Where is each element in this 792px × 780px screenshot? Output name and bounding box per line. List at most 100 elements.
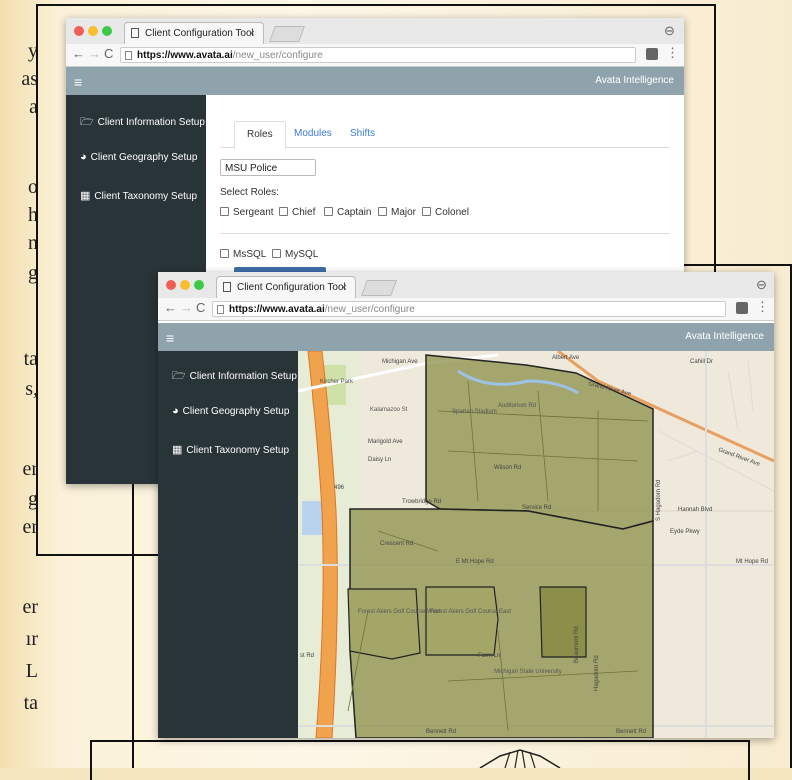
app-header: ≡ Avata Intelligence	[66, 67, 684, 95]
role-checkbox-captain[interactable]: Captain	[324, 207, 371, 218]
map-label: Auditorium Rd	[498, 403, 536, 409]
sidebar-item-client-taxonomy[interactable]: ▦ Client Taxonomy Setup	[172, 443, 289, 456]
checkbox-icon	[324, 207, 333, 216]
close-window-button[interactable]	[166, 280, 176, 290]
role-checkbox-sergeant[interactable]: Sergeant	[220, 207, 274, 218]
sidebar-item-client-taxonomy[interactable]: ▦ Client Taxonomy Setup	[80, 189, 197, 202]
tab-title: Client Configuration Tool	[237, 282, 346, 293]
checkbox-label: Sergeant	[233, 207, 274, 218]
address-toolbar: ← → C https://www.avata.ai/new_user/conf…	[158, 298, 774, 321]
maximize-window-button[interactable]	[102, 26, 112, 36]
close-window-button[interactable]	[74, 26, 84, 36]
map-label: Michigan Ave	[382, 359, 418, 365]
map-label: Trowbridge Rd	[402, 499, 441, 505]
config-tabs: Roles Modules Shifts	[220, 121, 670, 149]
tab-roles[interactable]: Roles	[234, 121, 286, 149]
tab-shifts[interactable]: Shifts	[338, 121, 387, 147]
role-checkbox-chief[interactable]: Chief	[279, 207, 315, 218]
golf-course-east-region	[425, 586, 499, 656]
back-arrow-icon[interactable]: ←	[164, 300, 177, 315]
checkbox-icon	[378, 207, 387, 216]
campus-map[interactable]: Michigan Ave Albert Ave Grand River Ave …	[298, 351, 774, 738]
kebab-menu-icon[interactable]: ⋮	[756, 299, 769, 315]
map-label: Service Rd	[522, 505, 551, 511]
tab-title: Client Configuration Tool	[145, 28, 254, 39]
map-label: Michigan State University	[494, 669, 562, 675]
profile-icon[interactable]: ⊖	[756, 277, 767, 293]
kebab-menu-icon[interactable]: ⋮	[666, 45, 679, 61]
tab-modules[interactable]: Modules	[282, 121, 344, 147]
map-label: S Hagadorn Rd	[656, 480, 662, 521]
select-roles-label: Select Roles:	[220, 187, 279, 198]
divider	[220, 233, 670, 234]
db-checkbox-mssql[interactable]: MsSQL	[220, 249, 266, 260]
browser-window-front: Client Configuration Tool × ⊖ ← → C http…	[158, 272, 774, 738]
url-path: /new_user/configure	[324, 304, 415, 315]
role-checkbox-colonel[interactable]: Colonel	[422, 207, 469, 218]
title-bar: Client Configuration Tool × ⊖	[158, 272, 774, 299]
map-label: Cahill Dr	[690, 359, 713, 365]
sidebar-item-client-geography[interactable]: ◕ Client Geography Setup	[172, 405, 289, 417]
checkbox-label: Colonel	[435, 207, 469, 218]
profile-icon[interactable]: ⊖	[664, 23, 675, 39]
sidebar-item-client-information[interactable]: 🗁 Client Information Setup	[80, 113, 205, 132]
page-icon	[223, 282, 231, 292]
checkbox-icon	[272, 249, 281, 258]
app-header: ≡ Avata Intelligence	[158, 323, 774, 351]
map-label: Spartan Stadium	[452, 409, 497, 415]
new-tab-button[interactable]	[361, 280, 397, 296]
url-domain: https://www.avata.ai	[229, 304, 325, 315]
browser-tab[interactable]: Client Configuration Tool ×	[216, 276, 356, 298]
map-label: Mt Hope Rd	[736, 559, 768, 565]
water-area	[302, 501, 324, 535]
reload-icon[interactable]: C	[196, 300, 205, 315]
extension-icon[interactable]	[646, 48, 658, 60]
hamburger-menu-icon[interactable]: ≡	[166, 330, 174, 346]
grid-icon: ▦	[172, 444, 183, 456]
map-label: st Rd	[300, 653, 314, 659]
maximize-window-button[interactable]	[194, 280, 204, 290]
url-input[interactable]: https://www.avata.ai/new_user/configure	[120, 47, 636, 63]
page-text-strip: y as a o h n g ta s, er g er er ır L ta	[0, 0, 40, 768]
text-fragment: er	[22, 596, 38, 618]
map-label: Hagadorn Rd	[594, 655, 600, 691]
checkbox-label: Chief	[292, 207, 316, 218]
sidebar-item-client-information[interactable]: 🗁 Client Information Setup	[172, 367, 297, 386]
extension-icon[interactable]	[736, 302, 748, 314]
minimize-window-button[interactable]	[180, 280, 190, 290]
sidebar-item-label: Client Information Setup	[97, 117, 205, 128]
role-checkbox-major[interactable]: Major	[378, 207, 416, 218]
figure-frame-bottom	[90, 740, 750, 780]
checkbox-icon	[422, 207, 431, 216]
map-label: Bennett Rd	[426, 729, 456, 735]
reload-icon[interactable]: C	[104, 46, 113, 61]
map-label: Eyde Pkwy	[670, 529, 700, 535]
map-label: Kircher Park	[320, 379, 354, 385]
address-toolbar: ← → C https://www.avata.ai/new_user/conf…	[66, 44, 684, 67]
hamburger-menu-icon[interactable]: ≡	[74, 74, 82, 90]
map-label: Albert Ave	[552, 355, 580, 361]
new-tab-button[interactable]	[269, 26, 305, 42]
map-label: Forest Akers Golf Course West	[358, 609, 441, 615]
minimize-window-button[interactable]	[88, 26, 98, 36]
map-label: Daisy Ln	[368, 457, 391, 463]
checkbox-icon	[220, 249, 229, 258]
map-label: Wilson Rd	[494, 465, 521, 471]
back-arrow-icon[interactable]: ←	[72, 46, 85, 61]
db-checkbox-mysql[interactable]: MySQL	[272, 249, 318, 260]
sidebar: 🗁 Client Information Setup ◕ Client Geogra…	[158, 351, 298, 738]
forward-arrow-icon[interactable]: →	[180, 300, 193, 315]
map-label: Crescent Rd	[380, 541, 413, 547]
page-icon	[125, 51, 132, 60]
text-fragment: L	[25, 660, 38, 682]
sidebar-item-client-geography[interactable]: ◕ Client Geography Setup	[80, 151, 197, 163]
tab-close-icon[interactable]: ×	[341, 277, 347, 299]
tab-close-icon[interactable]: ×	[249, 23, 255, 45]
sidebar-item-label: Client Taxonomy Setup	[186, 445, 290, 456]
browser-tab[interactable]: Client Configuration Tool ×	[124, 22, 264, 44]
sidebar-item-label: Client Taxonomy Setup	[94, 191, 198, 202]
client-name-input[interactable]: MSU Police	[220, 159, 316, 176]
map-label: Marigold Ave	[368, 439, 403, 445]
forward-arrow-icon[interactable]: →	[88, 46, 101, 61]
url-input[interactable]: https://www.avata.ai/new_user/configure	[212, 301, 726, 317]
